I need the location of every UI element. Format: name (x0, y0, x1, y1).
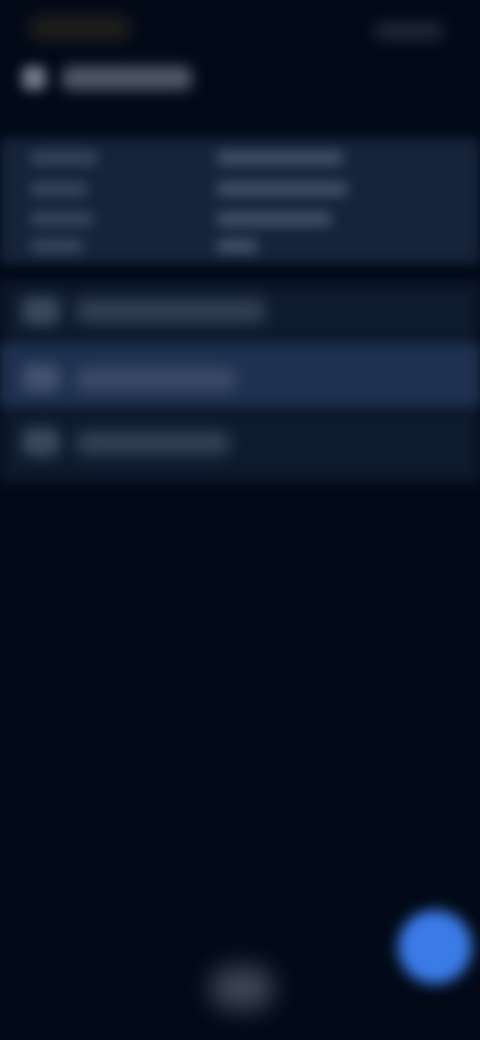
info-value-2 (216, 182, 348, 196)
option-1[interactable] (0, 280, 480, 342)
option-3-icon (22, 428, 60, 456)
info-value-1 (216, 151, 344, 165)
info-value-3 (216, 212, 332, 226)
home-indicator[interactable] (210, 966, 274, 1010)
back-arrow-icon[interactable] (22, 66, 46, 90)
page-title (62, 66, 192, 90)
info-value-4 (216, 239, 258, 253)
option-1-icon (22, 297, 60, 325)
floating-action-button[interactable] (398, 910, 472, 984)
status-time (30, 16, 130, 40)
status-bar (0, 0, 480, 56)
info-label-2 (30, 182, 88, 196)
option-2-icon (22, 364, 60, 392)
option-2[interactable] (0, 344, 480, 406)
option-3-label (76, 432, 230, 454)
status-icons (374, 22, 444, 40)
info-label-4 (30, 239, 84, 253)
info-label-3 (30, 212, 94, 226)
info-label-1 (30, 151, 98, 165)
option-2-label (76, 368, 236, 390)
option-1-label (76, 300, 266, 322)
option-3[interactable] (0, 410, 480, 472)
